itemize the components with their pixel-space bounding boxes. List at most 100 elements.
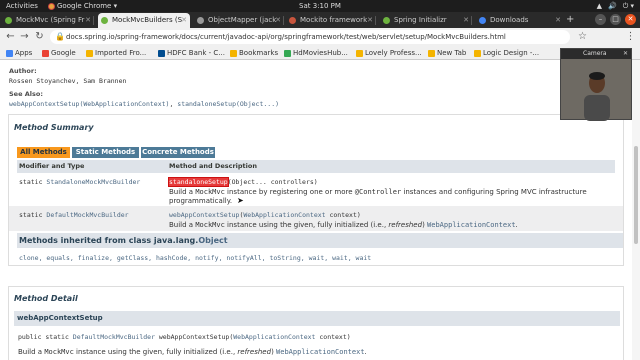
tab-label: MockMvc (Spring Fr xyxy=(16,16,85,24)
bookmark-star-icon[interactable]: ☆ xyxy=(576,30,589,43)
mouse-cursor-icon: ➤ xyxy=(237,196,244,205)
bookmark-imported[interactable]: Imported Fro... xyxy=(86,46,146,60)
bookmark-bookmarks[interactable]: Bookmarks xyxy=(230,46,278,60)
return-type-link[interactable]: DefaultMockMvcBuilder xyxy=(46,211,128,219)
close-window-icon[interactable]: ✕ xyxy=(625,14,636,25)
close-tab-icon[interactable]: ✕ xyxy=(275,13,281,28)
inherited-methods-header: Methods inherited from class java.lang.O… xyxy=(17,233,623,248)
method-detail-name: webAppContextSetup xyxy=(14,311,620,326)
activities-button[interactable]: Activities xyxy=(6,0,38,12)
tab-static-methods[interactable]: Static Methods xyxy=(72,147,139,158)
camera-close-icon[interactable]: ✕ xyxy=(623,49,628,59)
param-type-link[interactable]: WebApplicationContext xyxy=(233,333,315,341)
desc-code: @Controller xyxy=(354,188,402,196)
tab-downloads[interactable]: Downloads ✕ xyxy=(476,13,564,28)
row-description: Build a MockMvc instance by registering … xyxy=(169,188,587,196)
method-detail-description: Build a MockMvc instance using the given… xyxy=(18,348,367,356)
link-standalonesetup[interactable]: standaloneSetup(Object...) xyxy=(177,100,279,108)
tab-mockmvcbuilders[interactable]: MockMvcBuilders (S ✕ xyxy=(98,13,190,28)
object-class-link[interactable]: Object xyxy=(198,236,227,245)
bookmark-label: HDFC Bank - C... xyxy=(167,49,225,57)
folder-icon xyxy=(428,49,435,57)
method-detail-title: Method Detail xyxy=(14,294,78,303)
method-link-webappcontextsetup[interactable]: webAppContextSetup xyxy=(169,211,239,219)
tab-spring-initializr[interactable]: Spring Initializr ✕ xyxy=(380,13,472,28)
desc-text: instance by registering one or more xyxy=(224,188,355,196)
bookmark-apps[interactable]: Apps xyxy=(6,46,32,60)
return-type-link[interactable]: DefaultMockMvcBuilder xyxy=(73,333,155,341)
scrollbar-thumb[interactable] xyxy=(634,146,638,244)
bookmark-label: HdMoviesHub... xyxy=(293,49,348,57)
tab-objectmapper[interactable]: ObjectMapper (jack ✕ xyxy=(194,13,284,28)
authors-text: Rossen Stoyanchev, Sam Brannen xyxy=(9,77,127,85)
close-tab-icon[interactable]: ✕ xyxy=(367,13,373,28)
row-description: Build a MockMvc instance using the given… xyxy=(169,221,518,229)
maximize-icon[interactable]: □ xyxy=(610,14,621,25)
lock-icon: 🔒 xyxy=(55,32,65,41)
tab-all-methods[interactable]: All Methods xyxy=(17,147,70,158)
reload-button[interactable]: ↻ xyxy=(33,30,46,43)
power-icon: ⏻ ▾ xyxy=(622,2,634,10)
desc-text: Build a xyxy=(169,221,196,229)
app-menu[interactable]: Google Chrome ▾ xyxy=(48,0,117,12)
bookmark-google[interactable]: Google xyxy=(42,46,76,60)
bookmark-label: Bookmarks xyxy=(239,49,279,57)
volume-icon: 🔊 xyxy=(608,2,617,10)
tab-strip: MockMvc (Spring Fr ✕ MockMvcBuilders (S ✕ … xyxy=(0,12,640,28)
tab-divider xyxy=(93,16,94,25)
close-tab-icon[interactable]: ✕ xyxy=(555,13,561,28)
link-webappcontextsetup[interactable]: webAppContextSetup(WebApplicationContext… xyxy=(9,100,169,108)
window-controls: – □ ✕ xyxy=(595,14,636,25)
bookmark-label: New Tab xyxy=(437,49,467,57)
spring-icon xyxy=(5,17,12,24)
return-type-link[interactable]: StandaloneMockMvcBuilder xyxy=(46,178,140,186)
spring-icon xyxy=(383,17,390,24)
row-modifier: static StandaloneMockMvcBuilder xyxy=(19,178,140,186)
method-link-standalonesetup[interactable]: standaloneSetup xyxy=(168,177,229,187)
address-bar[interactable]: 🔒 docs.spring.io/spring-framework/docs/c… xyxy=(50,30,570,44)
minimize-icon[interactable]: – xyxy=(595,14,606,25)
tab-mockito[interactable]: Mockito framework ✕ xyxy=(286,13,376,28)
inherited-methods-list[interactable]: clone, equals, finalize, getClass, hashC… xyxy=(19,254,371,262)
method-detail-signature: public static DefaultMockMvcBuilder webA… xyxy=(18,333,351,341)
chrome-menu-button[interactable]: ⋮ xyxy=(624,30,637,43)
modifier-text: static xyxy=(19,211,47,219)
tab-divider xyxy=(471,16,472,25)
new-tab-button[interactable]: + xyxy=(566,12,574,28)
browser-toolbar: ← → ↻ 🔒 docs.spring.io/spring-framework/… xyxy=(0,28,640,46)
bookmark-logic[interactable]: Logic Design -... xyxy=(474,46,539,60)
page-scrollbar[interactable] xyxy=(632,60,640,360)
bookmark-lovely[interactable]: Lovely Profess... xyxy=(356,46,422,60)
download-icon xyxy=(479,17,486,24)
bookmark-label: Logic Design -... xyxy=(483,49,540,57)
mockito-icon xyxy=(289,17,296,24)
close-tab-icon[interactable]: ✕ xyxy=(85,13,91,28)
desc-code: MockMvc xyxy=(195,188,225,196)
forward-button[interactable]: → xyxy=(18,30,31,43)
bookmark-label: Google xyxy=(51,49,76,57)
method-summary-title: Method Summary xyxy=(14,123,94,132)
tab-concrete-methods[interactable]: Concrete Methods xyxy=(141,147,215,158)
param-type-link[interactable]: WebApplicationContext xyxy=(243,211,325,219)
desc-text: Build a xyxy=(18,348,45,356)
bookmark-hdfc[interactable]: HDFC Bank - C... xyxy=(158,46,225,60)
back-button[interactable]: ← xyxy=(4,30,17,43)
desc-text: instances and configuring Spring MVC inf… xyxy=(401,188,587,196)
method-detail-section: Method Detail webAppContextSetup public … xyxy=(8,286,624,360)
desc-code-link[interactable]: WebApplicationContext xyxy=(427,221,516,229)
spring-icon xyxy=(101,17,108,24)
see-also-links: webAppContextSetup(WebApplicationContext… xyxy=(9,100,279,108)
bookmark-newtab[interactable]: New Tab xyxy=(428,46,466,60)
system-tray[interactable]: ▲ 🔊 ⏻ ▾ xyxy=(597,0,634,12)
camera-overlay[interactable]: Camera ✕ xyxy=(560,48,632,121)
tab-label: MockMvcBuilders (S xyxy=(112,16,183,24)
camera-titlebar[interactable]: Camera ✕ xyxy=(561,49,631,59)
close-tab-icon[interactable]: ✕ xyxy=(463,13,469,28)
tab-mockmvc[interactable]: MockMvc (Spring Fr ✕ xyxy=(2,13,94,28)
desc-code-link[interactable]: WebApplicationContext xyxy=(276,348,365,356)
method-filter-tabs: All Methods Static Methods Concrete Meth… xyxy=(17,147,623,158)
author-label: Author: xyxy=(9,67,37,75)
close-tab-icon[interactable]: ✕ xyxy=(181,13,187,28)
bookmark-hdmovieshub[interactable]: HdMoviesHub... xyxy=(284,46,348,60)
see-also-label: See Also: xyxy=(9,90,43,98)
